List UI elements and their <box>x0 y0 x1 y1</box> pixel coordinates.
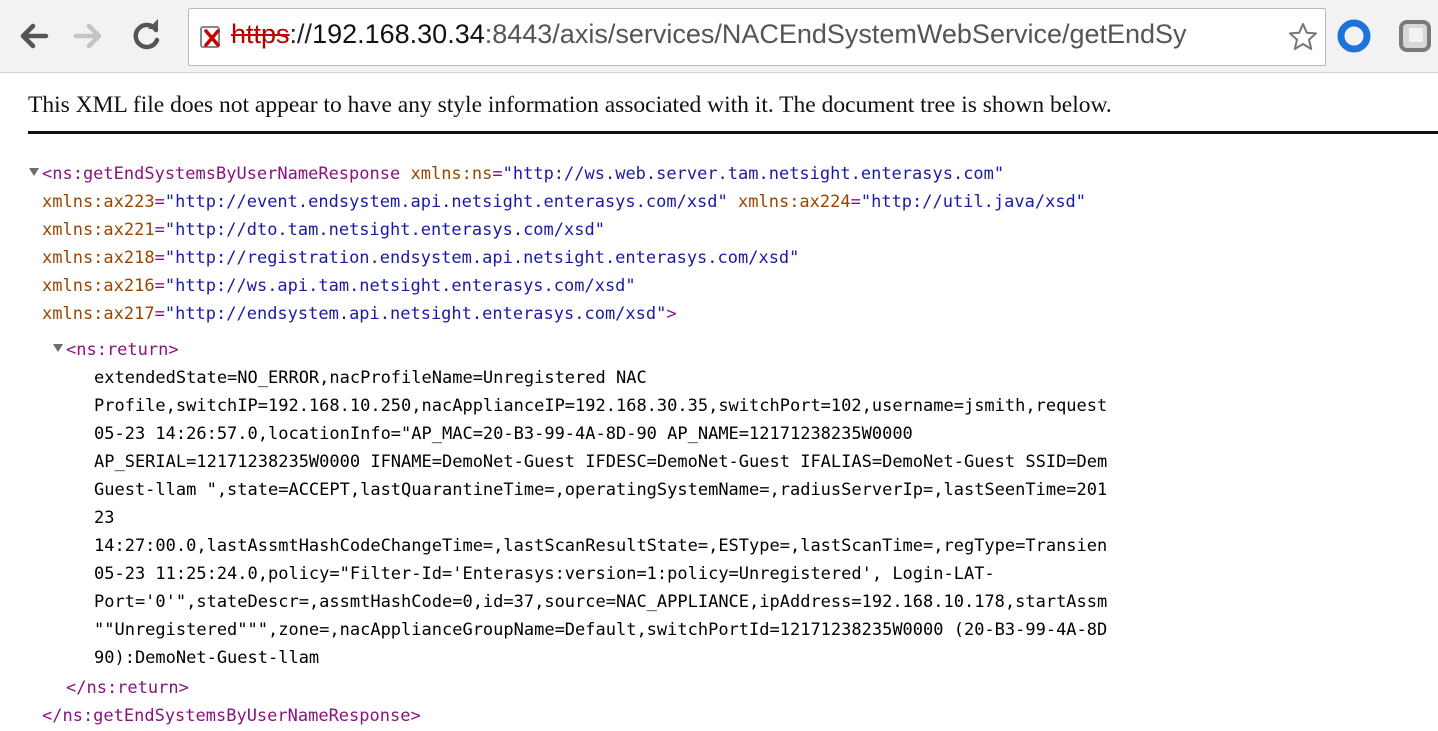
xml-text-line: 14:27:00.0,lastAssmtHashCodeChangeTime=,… <box>94 536 1108 556</box>
xml-attr-name: xmlns:ns <box>410 164 493 184</box>
xml-attr-name: xmlns:ax218 <box>42 248 155 268</box>
reload-icon <box>133 19 160 50</box>
xml-text-line: Port='0'",stateDescr=,assmtHashCode=0,id… <box>94 592 1108 612</box>
xml-root-open-tag: <ns:getEndSystemsByUserNameResponse <box>42 164 401 184</box>
xml-attr-value: "http://dto.tam.netsight.enterasys.com/x… <box>164 220 605 240</box>
reload-button[interactable] <box>128 16 164 56</box>
xml-root-close-line: </ns:getEndSystemsByUserNameResponse> <box>42 704 421 728</box>
xml-text-line: Guest-llam ",state=ACCEPT,lastQuarantine… <box>94 480 1108 500</box>
xml-attr-name: xmlns:ax216 <box>42 276 155 296</box>
xml-root-open-line: <ns:getEndSystemsByUserNameResponse xmln… <box>42 164 1005 184</box>
star-icon[interactable] <box>1287 21 1319 53</box>
xml-attr-name: xmlns:ax217 <box>42 304 155 324</box>
xml-child-close-line: </ns:return> <box>66 676 189 700</box>
xml-attr-value: "http://event.endsystem.api.netsight.ent… <box>164 192 728 212</box>
xml-attr-name: xmlns:ax224 <box>738 192 851 212</box>
xml-attr-value: "http://registration.endsystem.api.netsi… <box>164 248 800 268</box>
url-path: :8443/axis/services/NACEndSystemWebServi… <box>484 19 1187 49</box>
xml-text-line: ""Unregistered""",zone=,nacApplianceGrou… <box>94 620 1108 640</box>
url-host: 192.168.30.34 <box>312 19 485 49</box>
xml-attr-line: xmlns:ax221="http://dto.tam.netsight.ent… <box>42 220 605 240</box>
url-scheme: https <box>231 19 290 49</box>
xml-text-line: 90):DemoNet-Guest-llam <box>94 648 320 668</box>
xml-attr-line: xmlns:ax218="http://registration.endsyst… <box>42 248 800 268</box>
xml-attr-name: xmlns:ax221 <box>42 220 155 240</box>
xml-text-line: extendedState=NO_ERROR,nacProfileName=Un… <box>94 368 647 388</box>
xml-return-close-tag: </ns:return> <box>66 678 189 698</box>
forward-button[interactable] <box>70 16 106 56</box>
url-text: https://192.168.30.34:8443/axis/services… <box>231 19 1187 50</box>
xml-attr-line: xmlns:ax223="http://event.endsystem.api.… <box>42 192 1087 212</box>
xml-text-line: 23 <box>94 508 115 528</box>
xml-text-line: Profile,switchIP=192.168.10.250,nacAppli… <box>94 396 1108 416</box>
xml-attr-name: xmlns:ax223 <box>42 192 155 212</box>
insecure-lock-icon <box>200 26 220 48</box>
xml-attr-line: xmlns:ax216="http://ws.api.tam.netsight.… <box>42 276 636 296</box>
collapse-triangle-icon[interactable] <box>52 342 64 354</box>
xml-return-open-tag: <ns:return> <box>66 340 179 360</box>
xml-attr-value: "http://endsystem.api.netsight.enterasys… <box>164 304 667 324</box>
notice-divider <box>28 131 1438 134</box>
xml-attr-line: xmlns:ax217="http://endsystem.api.netsig… <box>42 304 677 324</box>
circle-extension-icon[interactable] <box>1336 18 1372 54</box>
arrow-left-icon <box>20 23 49 49</box>
xml-root-close-tag: </ns:getEndSystemsByUserNameResponse> <box>42 706 421 726</box>
xml-text-line: 05-23 14:26:57.0,locationInfo="AP_MAC=20… <box>94 424 913 444</box>
square-extension-icon[interactable] <box>1395 18 1435 54</box>
back-button[interactable] <box>16 16 52 56</box>
xml-attr-value: "http://ws.web.server.tam.netsight.enter… <box>502 164 1005 184</box>
xml-tree: <ns:getEndSystemsByUserNameResponse xmln… <box>0 0 1107 726</box>
arrow-right-icon <box>73 23 102 49</box>
xml-no-style-notice: This XML file does not appear to have an… <box>28 92 1112 118</box>
address-bar[interactable]: https://192.168.30.34:8443/axis/services… <box>188 8 1326 66</box>
collapse-triangle-icon[interactable] <box>28 166 40 178</box>
xml-text-line: 05-23 11:25:24.0,policy="Filter-Id='Ente… <box>94 564 995 584</box>
xml-child-open-line: <ns:return> <box>66 338 179 362</box>
xml-text-line: AP_SERIAL=12171238235W0000 IFNAME=DemoNe… <box>94 452 1108 472</box>
url-separator: :// <box>289 19 313 49</box>
xml-attr-value: "http://util.java/xsd" <box>860 192 1087 212</box>
xml-attr-value: "http://ws.api.tam.netsight.enterasys.co… <box>164 276 636 296</box>
browser-toolbar: https://192.168.30.34:8443/axis/services… <box>0 0 1438 73</box>
